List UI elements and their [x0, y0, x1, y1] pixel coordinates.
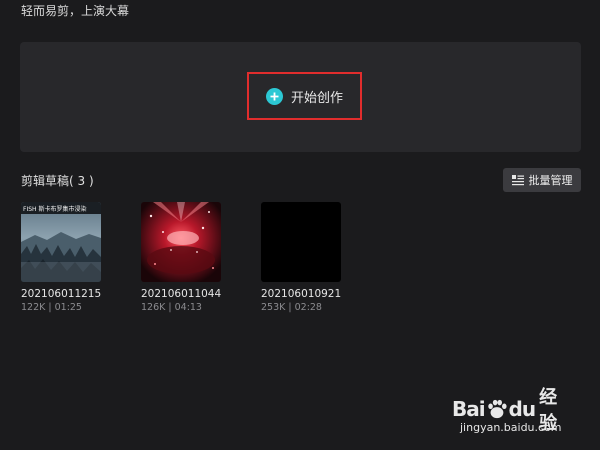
draft-meta: 253K | 02:28 — [261, 302, 322, 313]
start-create-label: 开始创作 — [290, 90, 343, 106]
batch-manage-label: 批量管理 — [528, 174, 573, 187]
draft-meta: 122K | 01:25 — [21, 302, 82, 313]
draft-name: 202106011044 — [141, 288, 222, 300]
draft-meta: 126K | 04:13 — [141, 302, 202, 313]
draft-thumbnail — [261, 202, 341, 282]
drafts-title: 剪辑草稿( 3 ) — [21, 174, 94, 188]
baidu-jingyan-watermark: Bai du 经验 jingyan.baidu.com — [452, 383, 572, 441]
list-manage-icon — [511, 174, 524, 185]
watermark-brand-suffix: du — [508, 397, 537, 421]
start-create-button[interactable]: 开始创作 — [247, 72, 362, 120]
draft-thumbnail: FISH 斯卡布罗集市浸染 — [21, 202, 101, 282]
draft-item[interactable]: 202106010921 253K | 02:28 — [261, 202, 343, 313]
draft-item[interactable]: 202106011044 126K | 04:13 — [141, 202, 223, 313]
draft-name: 202106011215 — [21, 288, 102, 300]
baidu-paw-icon — [487, 399, 507, 419]
draft-item[interactable]: FISH 斯卡布罗集市浸染 202106011215 122K | 01:25 — [21, 202, 103, 313]
watermark-url: jingyan.baidu.com — [460, 421, 562, 434]
tagline: 轻而易剪，上演大幕 — [21, 4, 130, 18]
draft-name: 202106010921 — [261, 288, 342, 300]
draft-thumbnail — [141, 202, 221, 282]
plus-circle-icon — [265, 87, 283, 105]
watermark-brand: Bai — [452, 397, 486, 421]
thumbnail-caption: FISH 斯卡布罗集市浸染 — [23, 206, 87, 213]
batch-manage-button[interactable]: 批量管理 — [503, 168, 581, 192]
